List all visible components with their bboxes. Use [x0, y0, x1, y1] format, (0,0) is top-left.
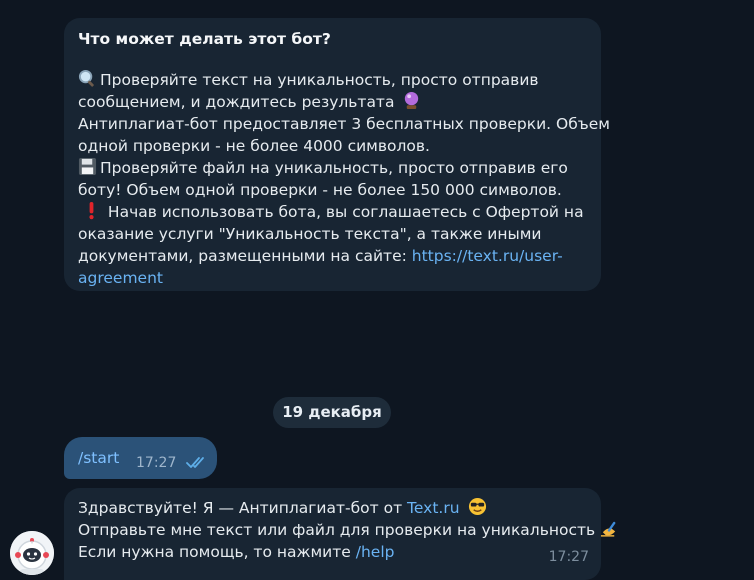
message-text: Здравствуйте! Я — Антиплагиат-бот от Tex… — [78, 497, 616, 563]
description-line: Антиплагиат-бот предоставляет 3 бесплатн… — [78, 115, 610, 133]
description-line: документами, размещенными на сайте: http… — [78, 247, 563, 265]
message-line: Здравствуйте! Я — Антиплагиат-бот от Tex… — [78, 497, 587, 519]
double-check-icon — [186, 457, 204, 468]
outgoing-message[interactable]: /start 17:27 — [64, 437, 217, 479]
writing-hand-icon — [601, 521, 616, 537]
agreement-link-continuation[interactable]: agreement — [78, 267, 587, 289]
bot-description-card: Что может делать этот бот? Проверяйте те… — [64, 18, 610, 291]
exclamation-icon — [89, 201, 94, 220]
message-text: /start — [78, 449, 120, 467]
bot-avatar[interactable] — [10, 531, 54, 575]
help-command-link[interactable]: /help — [356, 543, 395, 561]
description-line: Проверяйте текст на уникальность, просто… — [78, 69, 587, 91]
date-separator: 19 декабря — [273, 397, 391, 428]
description-line: боту! Объем одной проверки - не более 15… — [78, 181, 562, 199]
description-line: Проверяйте файл на уникальность, просто … — [78, 157, 587, 179]
incoming-message[interactable]: Здравствуйте! Я — Антиплагиат-бот от Tex… — [64, 488, 616, 580]
description-line: сообщением, и дождитесь результата — [78, 91, 587, 113]
description-line: оказание услуги "Уникальность текста", а… — [78, 225, 542, 243]
message-line: Отправьте мне текст или файл для проверк… — [78, 519, 616, 541]
message-time: 17:27 — [548, 549, 589, 565]
textru-link[interactable]: Text.ru — [407, 499, 459, 517]
sunglasses-icon — [469, 497, 487, 516]
message-line: Если нужна помощь, то нажмите /help — [78, 543, 395, 561]
bot-description-body: Проверяйте текст на уникальность, просто… — [78, 69, 610, 289]
crystal-ball-icon — [405, 91, 419, 110]
agreement-link[interactable]: https://text.ru/user- — [412, 247, 563, 265]
floppy-disk-icon — [78, 157, 97, 176]
chat-area: Что может делать этот бот? Проверяйте те… — [0, 0, 754, 580]
magnifier-icon — [78, 69, 94, 87]
message-time: 17:27 — [136, 455, 177, 471]
astronaut-avatar-icon — [10, 531, 54, 575]
description-line: одной проверки - не более 4000 символов. — [78, 137, 430, 155]
description-line: Начав использовать бота, вы соглашаетесь… — [78, 201, 587, 223]
bot-description-title: Что может делать этот бот? — [78, 30, 331, 48]
